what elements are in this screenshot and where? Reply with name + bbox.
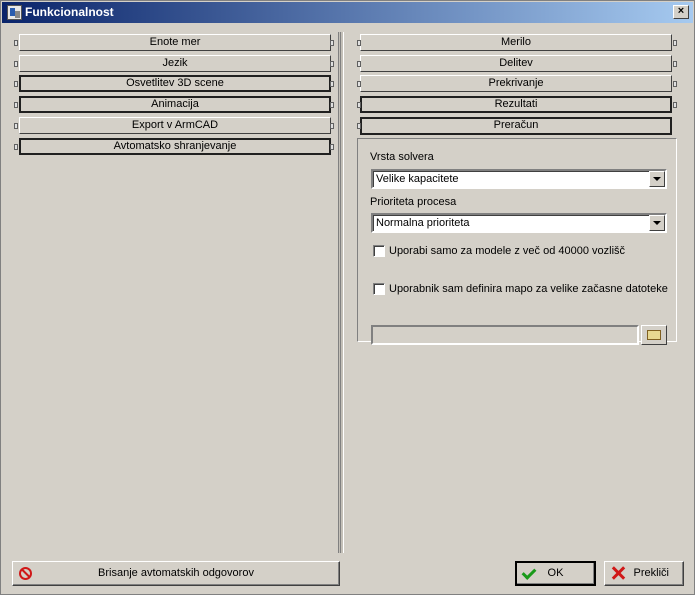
- pin-icon: [357, 123, 361, 129]
- section-merilo[interactable]: Merilo: [360, 34, 672, 51]
- cancel-label: Prekliči: [633, 567, 669, 579]
- panel-splitter[interactable]: [340, 32, 344, 553]
- section-preracun[interactable]: Preračun: [360, 117, 672, 135]
- pin-icon: [673, 102, 677, 108]
- right-panel: Merilo Delitev Prekrivanje Rezultati Pre…: [340, 32, 684, 553]
- pin-icon: [14, 123, 18, 129]
- ok-button[interactable]: OK: [515, 561, 596, 586]
- pin-icon: [330, 123, 334, 129]
- pin-icon: [14, 81, 18, 87]
- section-avtomatsko-shranjevanje[interactable]: Avtomatsko shranjevanje: [19, 138, 331, 155]
- pin-icon: [14, 102, 18, 108]
- pin-icon: [14, 40, 18, 46]
- title-bar[interactable]: Funkcionalnost ×: [2, 2, 693, 23]
- browse-folder-button[interactable]: [641, 325, 667, 345]
- custom-temp-folder-label[interactable]: Uporabnik sam definira mapo za velike za…: [389, 283, 668, 295]
- solver-label: Vrsta solvera: [370, 151, 434, 163]
- pin-icon: [673, 61, 677, 67]
- reset-answers-label: Brisanje avtomatskih odgovorov: [98, 567, 254, 579]
- solver-select[interactable]: Velike kapacitete: [371, 169, 667, 189]
- close-button[interactable]: ×: [673, 5, 689, 19]
- pin-icon: [357, 40, 361, 46]
- ok-label: OK: [547, 567, 564, 579]
- section-osvetlitev-3d[interactable]: Osvetlitev 3D scene: [19, 75, 331, 92]
- prohibited-icon: [19, 567, 32, 580]
- reset-answers-button[interactable]: Brisanje avtomatskih odgovorov: [12, 561, 340, 586]
- priority-label: Prioriteta procesa: [370, 196, 457, 208]
- pin-icon: [330, 61, 334, 67]
- pin-icon: [673, 40, 677, 46]
- section-prekrivanje[interactable]: Prekrivanje: [360, 75, 672, 92]
- section-enote-mer[interactable]: Enote mer: [19, 34, 331, 51]
- pin-icon: [330, 144, 334, 150]
- pin-icon: [357, 61, 361, 67]
- priority-value: Normalna prioriteta: [376, 217, 470, 229]
- window-title: Funkcionalnost: [25, 5, 114, 19]
- checkmark-icon: [521, 565, 537, 580]
- solver-value: Velike kapacitete: [376, 173, 459, 185]
- pin-icon: [357, 81, 361, 87]
- pin-icon: [673, 81, 677, 87]
- chevron-down-icon[interactable]: [649, 171, 665, 187]
- folder-open-icon: [647, 330, 661, 340]
- section-delitev[interactable]: Delitev: [360, 55, 672, 72]
- temp-folder-path-field[interactable]: [371, 325, 639, 345]
- pin-icon: [14, 144, 18, 150]
- app-icon: [7, 5, 22, 20]
- chevron-down-icon[interactable]: [649, 215, 665, 231]
- pin-icon: [330, 81, 334, 87]
- pin-icon: [330, 40, 334, 46]
- left-panel: Enote mer Jezik Osvetlitev 3D scene Anim…: [11, 32, 344, 553]
- priority-select[interactable]: Normalna prioriteta: [371, 213, 667, 233]
- cancel-x-icon: [611, 566, 625, 580]
- dialog-window: Funkcionalnost × Enote mer Jezik Osvetli…: [0, 0, 695, 595]
- preracun-content: Vrsta solvera Velike kapacitete Priorite…: [357, 138, 677, 345]
- section-jezik[interactable]: Jezik: [19, 55, 331, 72]
- custom-temp-folder-checkbox[interactable]: [373, 283, 385, 295]
- section-rezultati[interactable]: Rezultati: [360, 96, 672, 113]
- large-model-label[interactable]: Uporabi samo za modele z več od 40000 vo…: [389, 245, 625, 257]
- section-animacija[interactable]: Animacija: [19, 96, 331, 113]
- pin-icon: [330, 102, 334, 108]
- section-export-armcad[interactable]: Export v ArmCAD: [19, 117, 331, 134]
- cancel-button[interactable]: Prekliči: [604, 561, 684, 586]
- pin-icon: [357, 102, 361, 108]
- large-model-checkbox[interactable]: [373, 245, 385, 257]
- pin-icon: [14, 61, 18, 67]
